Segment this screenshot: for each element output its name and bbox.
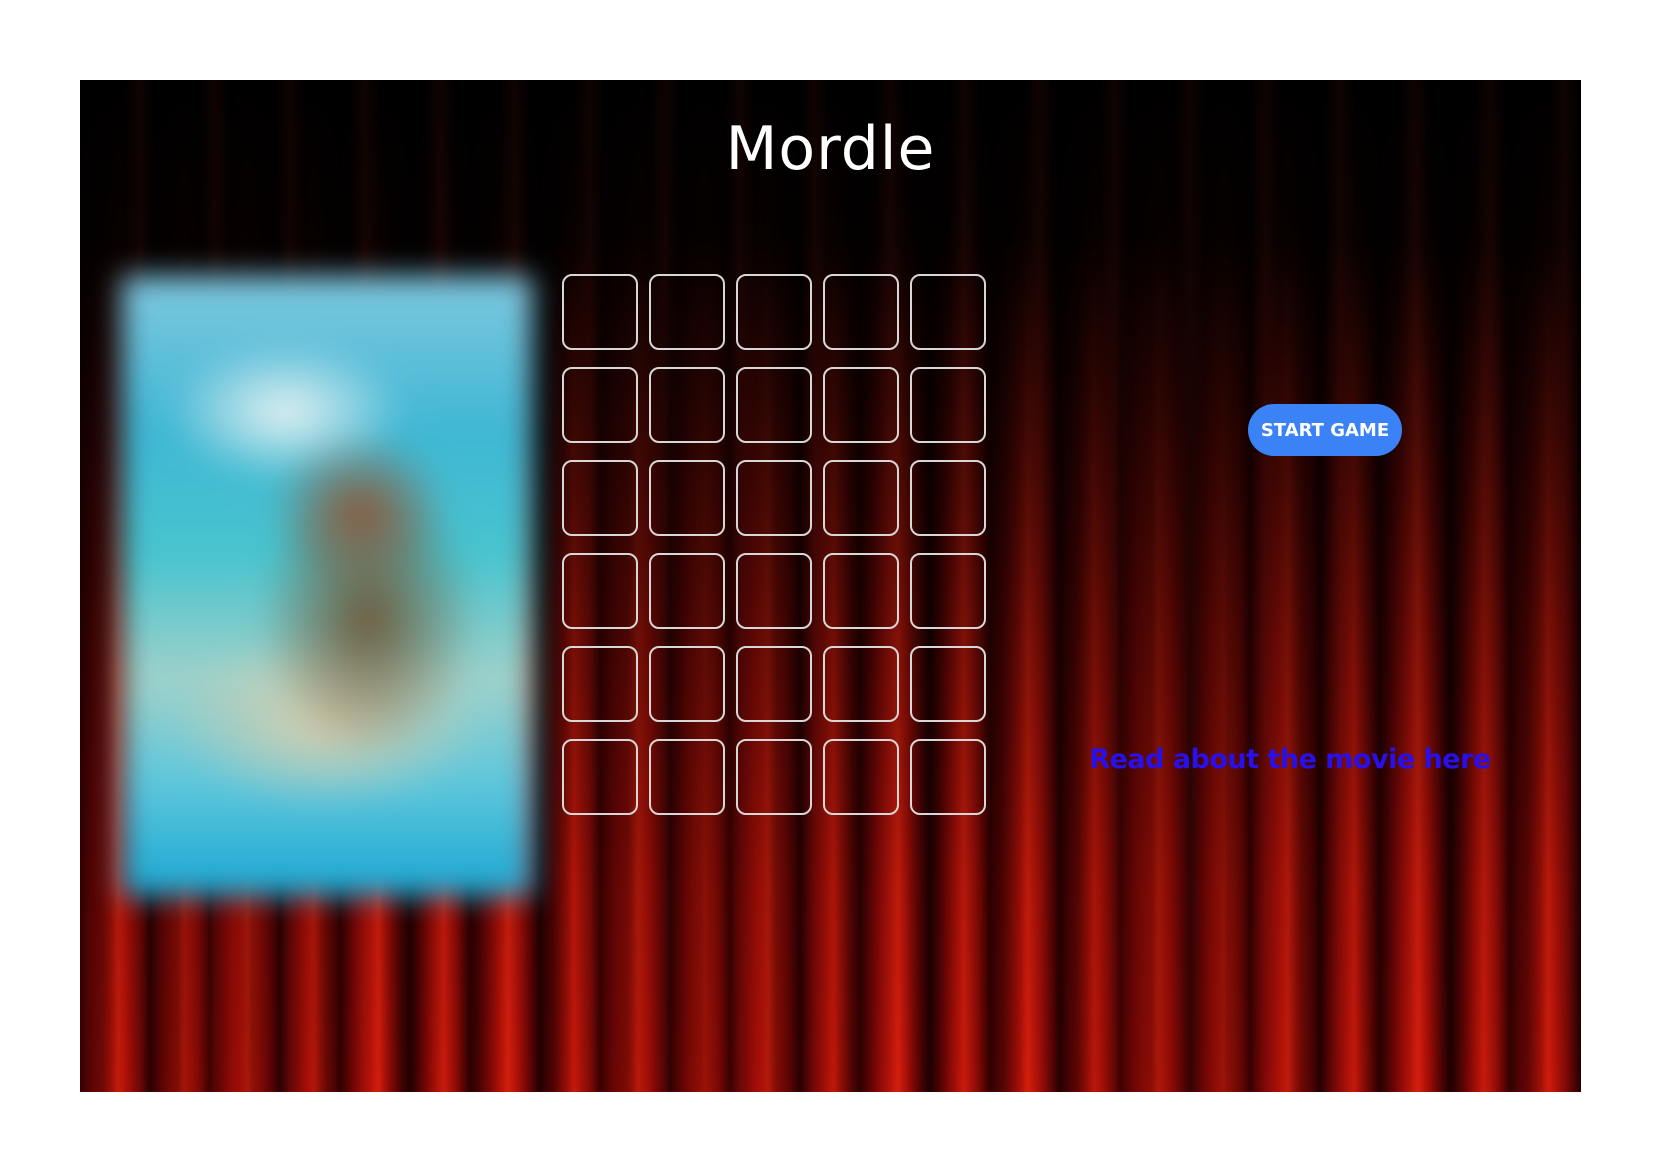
letter-tile [910,274,986,350]
letter-tile [736,646,812,722]
letter-tile [649,646,725,722]
letter-tile [823,367,899,443]
letter-tile [910,739,986,815]
page-title: Mordle [725,114,936,184]
letter-tile [823,739,899,815]
letter-tile [910,553,986,629]
letter-tile [823,553,899,629]
letter-tile [562,367,638,443]
movie-poster-image [122,276,532,896]
game-stage: Mordle START GAME Read about the movie h… [80,80,1581,1092]
letter-tile [649,553,725,629]
letter-tile [562,646,638,722]
letter-tile [649,460,725,536]
letter-tile [910,367,986,443]
letter-tile [823,274,899,350]
guess-board [562,274,986,815]
start-game-button[interactable]: START GAME [1248,404,1402,456]
letter-tile [649,739,725,815]
poster-container [122,276,532,896]
letter-tile [736,553,812,629]
letter-tile [736,274,812,350]
letter-tile [823,460,899,536]
letter-tile [562,739,638,815]
letter-tile [736,367,812,443]
letter-tile [649,274,725,350]
letter-tile [649,367,725,443]
letter-tile [562,274,638,350]
movie-info-link[interactable]: Read about the movie here [1080,744,1500,775]
letter-tile [736,739,812,815]
letter-tile [562,553,638,629]
letter-tile [562,460,638,536]
letter-tile [823,646,899,722]
letter-tile [736,460,812,536]
letter-tile [910,460,986,536]
letter-tile [910,646,986,722]
